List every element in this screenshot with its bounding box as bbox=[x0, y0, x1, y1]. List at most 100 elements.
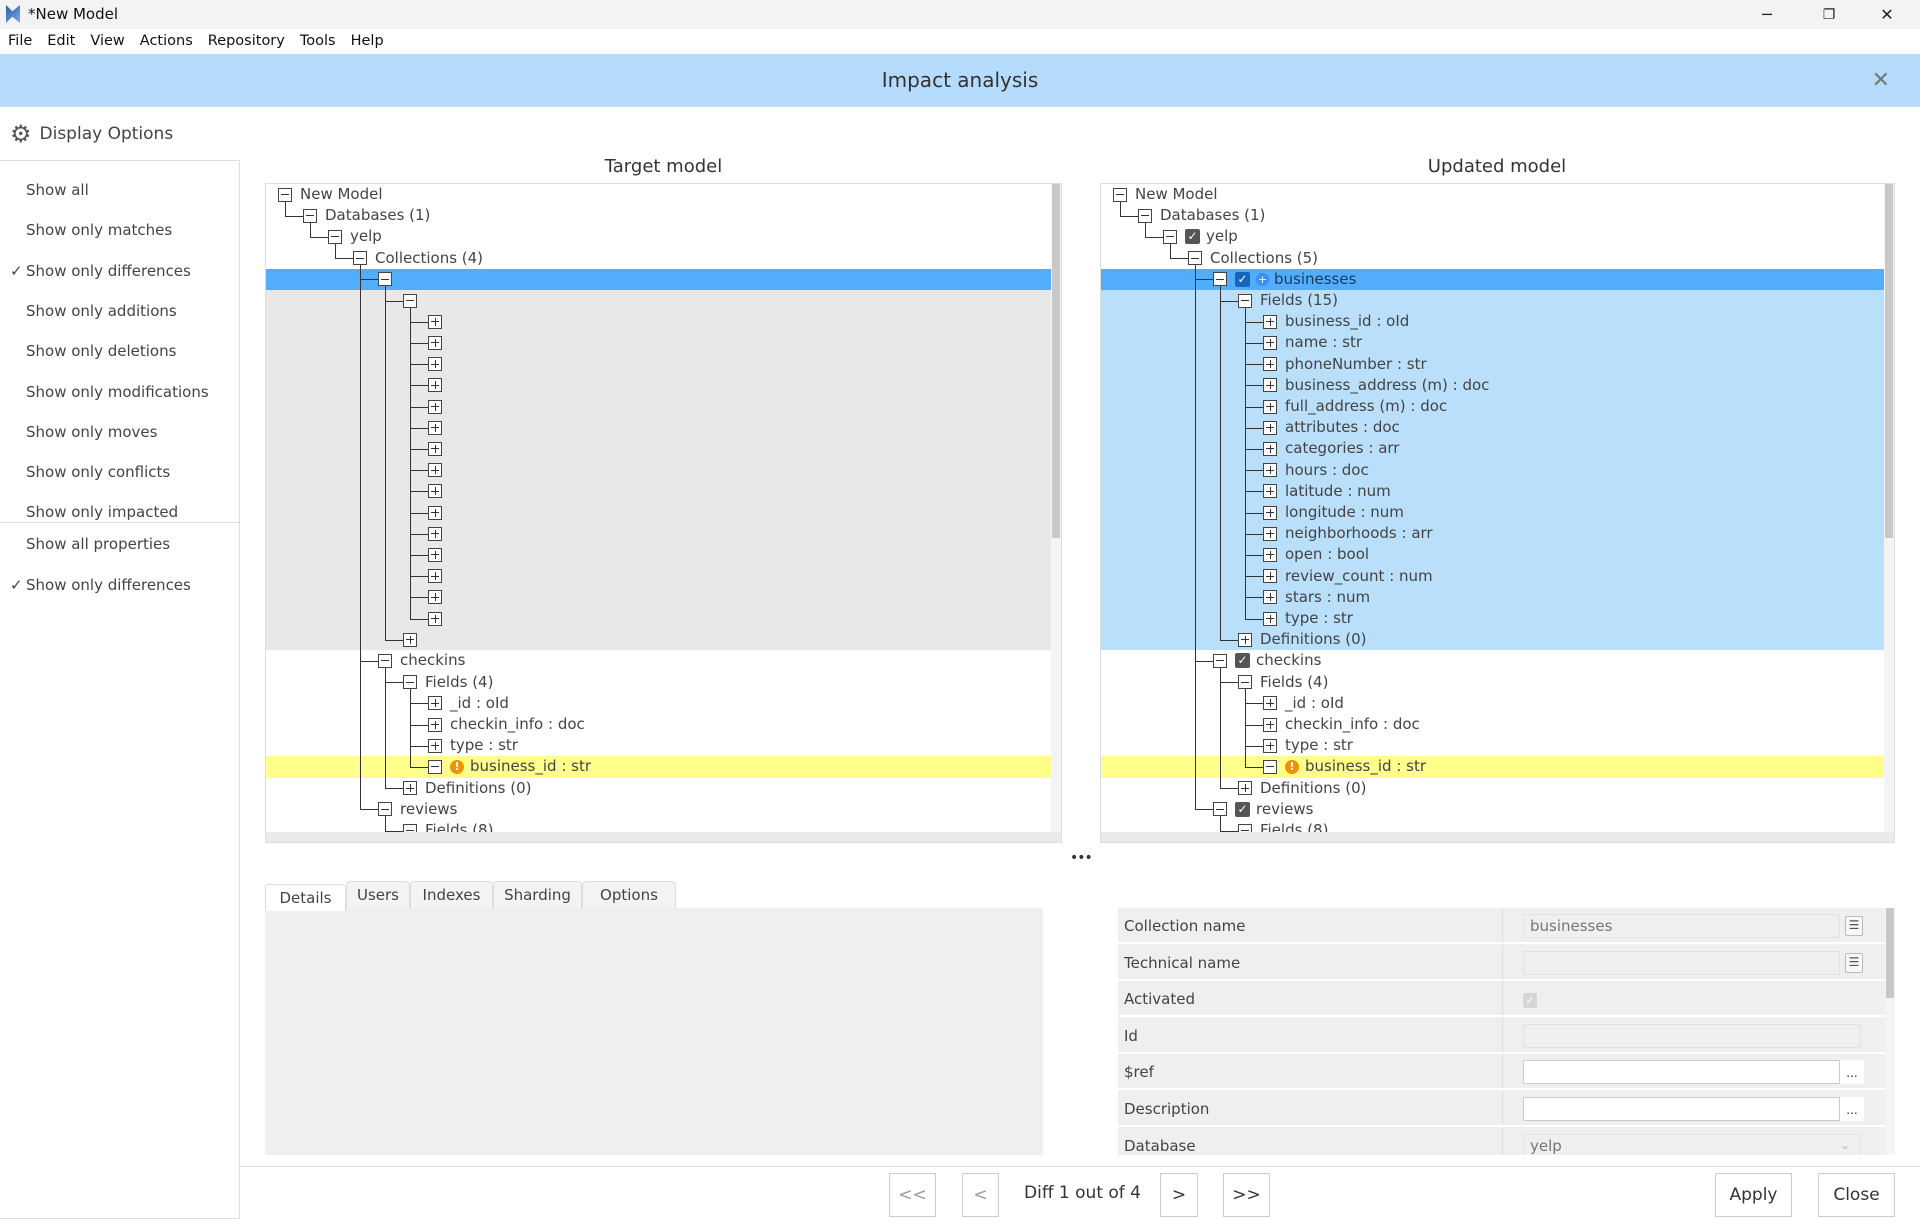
tree-row[interactable]: _id : oId bbox=[266, 692, 1061, 714]
tree-row[interactable]: _id : oId bbox=[1101, 692, 1894, 714]
expand-icon[interactable] bbox=[428, 738, 442, 753]
tree-row[interactable] bbox=[266, 311, 1061, 333]
tree-row[interactable] bbox=[266, 290, 1061, 312]
expand-icon[interactable] bbox=[1263, 335, 1277, 350]
filter-option[interactable]: Show all bbox=[26, 181, 89, 199]
filter-option[interactable]: Show only moves bbox=[26, 423, 157, 441]
close-dialog-icon[interactable]: ✕ bbox=[1872, 54, 1890, 107]
tree-row[interactable] bbox=[266, 438, 1061, 460]
tree-row[interactable]: neighborhoods : arr bbox=[1101, 523, 1894, 545]
expand-icon[interactable] bbox=[428, 696, 442, 711]
updated-model-tree[interactable]: New Model Databases (1) ✓ yelp Collections (… bbox=[1100, 183, 1895, 843]
close-window-button[interactable]: ✕ bbox=[1862, 2, 1912, 28]
collapse-icon[interactable] bbox=[1213, 802, 1227, 817]
tree-row[interactable]: type : str bbox=[1101, 735, 1894, 757]
expand-icon[interactable] bbox=[1263, 696, 1277, 711]
collapse-icon[interactable] bbox=[378, 802, 392, 817]
last-diff-button[interactable]: >> bbox=[1223, 1173, 1270, 1217]
tree-row[interactable] bbox=[266, 332, 1061, 354]
expand-icon[interactable] bbox=[428, 420, 442, 435]
filter-option[interactable]: Show only deletions bbox=[26, 342, 176, 360]
expand-icon[interactable] bbox=[428, 378, 442, 393]
expand-icon[interactable] bbox=[1263, 441, 1277, 456]
tree-row[interactable]: ! business_id : str bbox=[1101, 756, 1894, 778]
first-diff-button[interactable]: << bbox=[889, 1173, 936, 1217]
filter-option[interactable]: Show only impacted bbox=[26, 503, 178, 521]
tree-row[interactable]: longitude : num bbox=[1101, 502, 1894, 524]
tree-row[interactable]: yelp bbox=[266, 226, 1061, 248]
tree-row[interactable] bbox=[266, 502, 1061, 524]
tab-sharding[interactable]: Sharding bbox=[493, 881, 582, 908]
expand-icon[interactable] bbox=[1263, 463, 1277, 478]
tree-row[interactable]: open : bool bbox=[1101, 544, 1894, 566]
tree-row[interactable]: Definitions (0) bbox=[266, 777, 1061, 799]
tree-row[interactable]: hours : doc bbox=[1101, 459, 1894, 481]
expand-icon[interactable] bbox=[403, 781, 417, 796]
vertical-scrollbar[interactable] bbox=[1884, 184, 1894, 842]
collapse-icon[interactable] bbox=[378, 272, 392, 287]
filter-option[interactable]: Show only modifications bbox=[26, 383, 209, 401]
expand-icon[interactable] bbox=[428, 441, 442, 456]
expand-icon[interactable] bbox=[1263, 569, 1277, 584]
tree-row[interactable]: New Model bbox=[1101, 184, 1894, 206]
expand-icon[interactable] bbox=[1263, 547, 1277, 562]
tree-row[interactable]: Collections (5) bbox=[1101, 247, 1894, 269]
expand-icon[interactable] bbox=[1263, 590, 1277, 605]
expand-icon[interactable] bbox=[1263, 484, 1277, 499]
tree-row[interactable]: Fields (4) bbox=[266, 671, 1061, 693]
scrollbar-thumb[interactable] bbox=[1885, 184, 1893, 538]
collapse-icon[interactable] bbox=[1138, 208, 1152, 223]
tree-row[interactable] bbox=[266, 268, 1061, 290]
tree-row[interactable] bbox=[266, 523, 1061, 545]
expand-icon[interactable] bbox=[428, 463, 442, 478]
tree-row[interactable]: ✓ yelp bbox=[1101, 226, 1894, 248]
tree-row[interactable]: checkin_info : doc bbox=[266, 714, 1061, 736]
tree-row[interactable]: review_count : num bbox=[1101, 565, 1894, 587]
tab-options[interactable]: Options bbox=[582, 881, 676, 908]
collapse-icon[interactable] bbox=[403, 293, 417, 308]
tree-row[interactable] bbox=[266, 586, 1061, 608]
checkbox[interactable]: ✓ bbox=[1185, 229, 1200, 245]
tree-row[interactable]: Databases (1) bbox=[266, 205, 1061, 227]
target-model-tree[interactable]: New Model Databases (1) yelp Collections (4… bbox=[265, 183, 1062, 843]
expand-icon[interactable] bbox=[1263, 611, 1277, 626]
tree-row[interactable]: type : str bbox=[266, 735, 1061, 757]
expand-icon[interactable] bbox=[428, 547, 442, 562]
tree-row[interactable]: categories : arr bbox=[1101, 438, 1894, 460]
expand-icon[interactable] bbox=[1263, 399, 1277, 414]
collapse-icon[interactable] bbox=[1213, 653, 1227, 668]
expand-icon[interactable] bbox=[403, 632, 417, 647]
collapse-icon[interactable] bbox=[428, 759, 442, 774]
tree-row[interactable]: type : str bbox=[1101, 608, 1894, 630]
menu-icon[interactable]: ☰ bbox=[1845, 916, 1863, 936]
expand-icon[interactable] bbox=[428, 357, 442, 372]
collapse-icon[interactable] bbox=[1113, 187, 1127, 202]
scrollbar-thumb[interactable] bbox=[1052, 184, 1060, 538]
tree-row[interactable] bbox=[266, 353, 1061, 375]
tree-row[interactable]: checkins bbox=[266, 650, 1061, 672]
horizontal-scrollbar[interactable] bbox=[1101, 832, 1894, 842]
filter-option[interactable]: Show only conflicts bbox=[26, 463, 170, 481]
expand-icon[interactable] bbox=[428, 569, 442, 584]
expand-icon[interactable] bbox=[428, 526, 442, 541]
next-diff-button[interactable]: > bbox=[1160, 1173, 1198, 1217]
expand-icon[interactable] bbox=[428, 717, 442, 732]
filter-option[interactable]: Show only additions bbox=[26, 302, 177, 320]
tree-row[interactable]: Collections (4) bbox=[266, 247, 1061, 269]
tree-row[interactable] bbox=[266, 480, 1061, 502]
property-option[interactable]: Show all properties bbox=[26, 535, 170, 553]
tab-indexes[interactable]: Indexes bbox=[410, 881, 493, 908]
tree-row[interactable] bbox=[266, 629, 1061, 651]
tree-row[interactable] bbox=[266, 544, 1061, 566]
display-options-header[interactable]: ⚙ Display Options bbox=[10, 120, 173, 148]
collapse-icon[interactable] bbox=[403, 675, 417, 690]
expand-icon[interactable] bbox=[428, 484, 442, 499]
tree-row[interactable]: ✓ reviews bbox=[1101, 798, 1894, 820]
collapse-icon[interactable] bbox=[353, 251, 367, 266]
property-option[interactable]: ✓ Show only differences bbox=[10, 576, 191, 594]
apply-button[interactable]: Apply bbox=[1715, 1173, 1792, 1217]
expand-icon[interactable] bbox=[1263, 378, 1277, 393]
menu-tools[interactable]: Tools bbox=[300, 29, 336, 54]
menu-view[interactable]: View bbox=[90, 29, 124, 54]
tree-row[interactable] bbox=[266, 608, 1061, 630]
